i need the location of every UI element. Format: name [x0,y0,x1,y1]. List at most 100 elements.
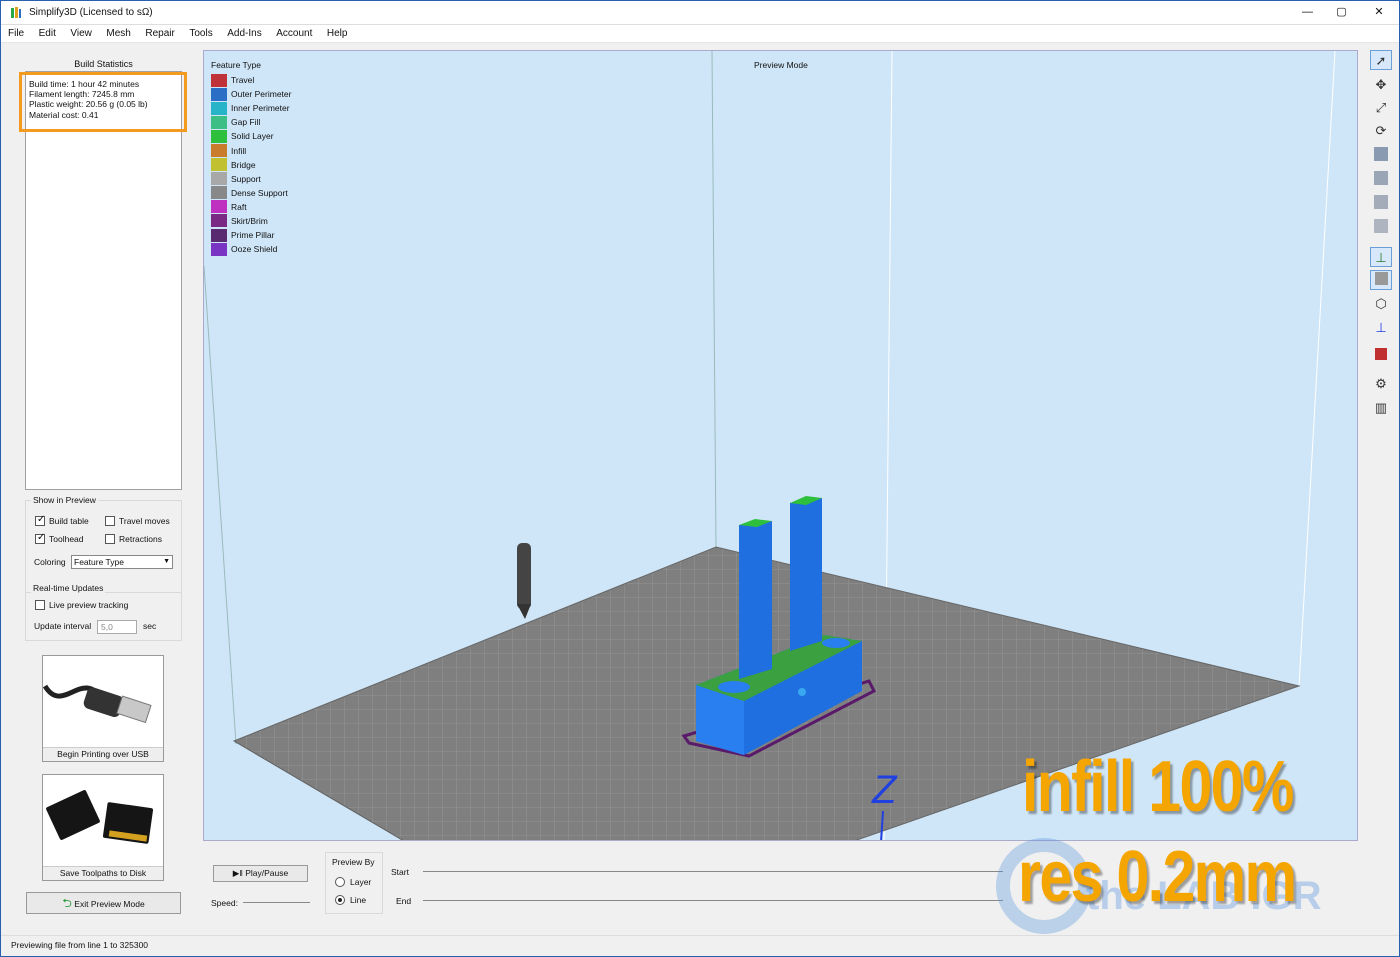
view-iso-icon[interactable] [1370,219,1392,239]
legend-swatch [211,172,227,186]
speed-label: Speed: [211,898,238,908]
select-icon[interactable]: ➚ [1370,50,1392,70]
preview-mode-title: Preview Mode [754,60,808,70]
legend-item: Support [211,172,291,186]
travel-moves-checkbox[interactable]: Travel moves [105,516,170,526]
live-preview-tracking-label: Live preview tracking [49,600,129,610]
legend-label: Infill [231,145,247,156]
menu-account[interactable]: Account [271,25,317,42]
solid-view-icon[interactable] [1370,270,1392,290]
realtime-updates-group: Real-time Updates Live preview tracking … [25,583,182,641]
menu-edit[interactable]: Edit [34,25,61,42]
update-interval-spinbox[interactable]: 5,0 [97,620,137,634]
travel-moves-label: Travel moves [119,516,170,526]
normal-icon[interactable]: ⊥ [1370,318,1392,338]
begin-printing-usb-label: Begin Printing over USB [43,747,163,761]
toolhead-checkbox[interactable]: Toolhead [35,532,84,544]
legend-title: Feature Type [211,60,261,70]
toolhead-label: Toolhead [49,534,84,544]
retractions-checkbox[interactable]: Retractions [105,534,162,544]
view-front-icon[interactable] [1370,171,1392,191]
axes-icon[interactable]: ⊥ [1370,247,1392,267]
legend-label: Solid Layer [231,131,274,142]
feature-type-legend: Travel Outer Perimeter Inner Perimeter Gap … [211,73,291,256]
view-side-icon[interactable] [1370,195,1392,215]
legend-item: Ooze Shield [211,242,291,256]
menu-view[interactable]: View [65,25,97,42]
menu-help[interactable]: Help [322,25,353,42]
build-volume-canvas: Z [204,51,1336,840]
move-icon[interactable]: ✥ [1370,75,1392,95]
legend-swatch [211,73,227,87]
play-pause-button[interactable]: ▶‖ Play/Pause [213,865,308,882]
legend-label: Bridge [231,159,256,170]
line-radio[interactable]: Line [335,895,366,905]
legend-swatch [211,186,227,200]
end-slider[interactable] [423,900,1003,901]
legend-swatch [211,101,227,115]
checkbox-unchecked-icon [35,600,45,610]
legend-item: Prime Pillar [211,228,291,242]
title-bar: Simplify3D (Licensed to sΩ) — ▢ ✕ [1,1,1399,25]
window-title: Simplify3D (Licensed to sΩ) [29,7,153,18]
legend-label: Prime Pillar [231,230,275,241]
coloring-value: Feature Type [74,557,124,567]
chevron-down-icon: ▼ [163,558,170,565]
legend-label: Dense Support [231,187,288,198]
legend-label: Support [231,173,261,184]
checkbox-checked-icon [35,514,45,526]
menu-file[interactable]: File [3,25,29,42]
cross-section-icon[interactable] [1370,346,1392,366]
coloring-label: Coloring [34,557,66,567]
legend-label: Gap Fill [231,117,261,128]
maximize-button[interactable]: ▢ [1323,1,1360,25]
end-label: End [396,896,412,906]
app-window: Simplify3D (Licensed to sΩ) — ▢ ✕ File E… [0,0,1400,957]
legend-item: Bridge [211,158,291,172]
status-text: Previewing file from line 1 to 325300 [11,940,149,950]
rotate-icon[interactable]: ⟳ [1370,121,1392,141]
exit-preview-mode-button[interactable]: ⮌ Exit Preview Mode [26,892,181,914]
right-toolbar: ➚ ✥ ⤢ ⟳ ⊥ ⬡ ⊥ ⚙ ▥ [1367,50,1395,420]
checkbox-unchecked-icon [105,534,115,544]
back-arrow-icon: ⮌ [62,896,72,910]
legend-swatch [211,158,227,172]
menu-tools[interactable]: Tools [184,25,217,42]
update-interval-value: 5,0 [101,622,113,632]
legend-swatch [211,228,227,242]
checkbox-checked-icon [35,532,45,544]
live-preview-tracking-checkbox[interactable]: Live preview tracking [35,600,128,610]
view-top-icon[interactable] [1370,147,1392,167]
legend-swatch [211,129,227,143]
close-button[interactable]: ✕ [1359,1,1399,25]
begin-printing-usb-button[interactable]: Begin Printing over USB [42,655,164,762]
legend-label: Ooze Shield [231,244,278,255]
start-slider[interactable] [423,871,1003,872]
speed-slider[interactable] [243,902,310,903]
legend-swatch [211,87,227,101]
menu-mesh[interactable]: Mesh [101,25,135,42]
supports-icon[interactable]: ▥ [1370,398,1392,418]
update-interval-label: Update interval [34,621,92,631]
layer-radio[interactable]: Layer [335,877,371,887]
left-panel: Build Statistics Build time: 1 hour 42 m… [1,45,203,935]
show-in-preview-caption: Show in Preview [31,495,98,505]
build-table-checkbox[interactable]: Build table [35,514,89,526]
wireframe-view-icon[interactable]: ⬡ [1370,294,1392,314]
coloring-select[interactable]: Feature Type ▼ [71,555,173,569]
build-statistics-box: Build time: 1 hour 42 minutes Filament l… [25,71,182,490]
scale-icon[interactable]: ⤢ [1370,98,1392,118]
menu-repair[interactable]: Repair [140,25,179,42]
preview-controls: ▶‖ Play/Pause Speed: Preview By Layer Li… [203,844,1358,932]
usb-cable-image [43,656,163,747]
legend-item: Gap Fill [211,115,291,129]
line-label: Line [350,895,367,905]
minimize-button[interactable]: — [1289,1,1326,25]
legend-label: Raft [231,201,247,212]
menu-add-ins[interactable]: Add-Ins [222,25,266,42]
settings-gear-icon[interactable]: ⚙ [1370,374,1392,394]
3d-preview-viewport[interactable]: Z Feature Type Travel Outer Perimeter Inne… [203,50,1358,841]
legend-item: Raft [211,200,291,214]
layer-label: Layer [350,877,372,887]
save-toolpaths-disk-button[interactable]: Save Toolpaths to Disk [42,774,164,881]
